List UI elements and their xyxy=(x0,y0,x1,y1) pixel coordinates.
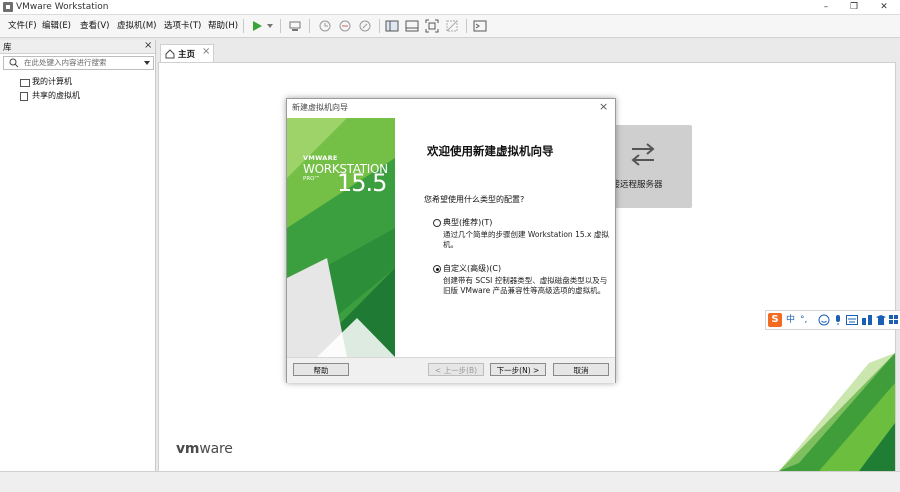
tab-strip xyxy=(157,40,900,62)
tab-close-icon[interactable]: × xyxy=(202,46,210,57)
minimize-button[interactable]: – xyxy=(815,0,837,14)
restore-button[interactable]: ❐ xyxy=(843,0,865,14)
workstation-banner: VMWARE WORKSTATION PRO™ 15.5 xyxy=(287,118,395,357)
wizard-heading: 欢迎使用新建虚拟机向导 xyxy=(427,144,554,158)
library-title: 库 xyxy=(3,43,12,53)
search-placeholder: 在此处键入内容进行搜索 xyxy=(24,58,107,67)
ime-mode[interactable]: 中 xyxy=(786,313,795,327)
power-dropdown-icon[interactable] xyxy=(264,19,278,33)
toolbar-separator xyxy=(280,19,281,33)
close-button[interactable]: ✕ xyxy=(873,0,895,14)
banner-version: 15.5 xyxy=(337,169,387,197)
library-search-input[interactable]: 在此处键入内容进行搜索 xyxy=(3,56,154,70)
connect-remote-server-card[interactable] xyxy=(606,125,692,208)
vmware-logo-vm: vm xyxy=(176,441,200,457)
menu-tabs[interactable]: 选项卡(T) xyxy=(164,15,201,37)
tree-item-my-computer[interactable]: 我的计算机 xyxy=(32,76,72,88)
console-view-icon[interactable] xyxy=(473,19,487,33)
ime-punctuation[interactable]: °, xyxy=(800,313,807,327)
tree-item-shared-vms[interactable]: 共享的虚拟机 xyxy=(32,90,80,102)
snapshot-manager-icon[interactable] xyxy=(358,19,372,33)
send-ctrl-alt-del-icon[interactable] xyxy=(288,19,302,33)
help-button[interactable]: 帮助 xyxy=(293,363,349,376)
toolbar-separator xyxy=(309,19,310,33)
grid-menu-icon[interactable] xyxy=(888,314,899,326)
custom-option-label[interactable]: 自定义(高级)(C) xyxy=(443,263,501,274)
config-question: 您希望使用什么类型的配置? xyxy=(424,195,525,204)
snapshot-icon[interactable] xyxy=(318,19,332,33)
vmware-logo-ware: ware xyxy=(199,441,233,457)
vmware-app-icon xyxy=(3,2,13,12)
menu-help[interactable]: 帮助(H) xyxy=(208,15,238,37)
dialog-footer: 帮助 < 上一步(B) 下一步(N) > 取消 xyxy=(287,357,615,383)
computer-icon xyxy=(20,79,30,87)
dialog-title: 新建虚拟机向导 xyxy=(292,103,348,112)
custom-option-desc: 创建带有 SCSI 控制器类型、虚拟磁盘类型以及与旧版 VMware 产品兼容性… xyxy=(443,276,608,295)
custom-radio[interactable] xyxy=(433,265,441,273)
menu-view[interactable]: 查看(V) xyxy=(80,15,109,37)
power-on-icon[interactable] xyxy=(250,19,264,33)
swap-arrows-icon xyxy=(631,143,655,166)
keyboard-icon[interactable] xyxy=(846,315,858,325)
tab-home[interactable]: 主页 × xyxy=(160,44,214,63)
title-bar: VMware Workstation – ❐ ✕ xyxy=(0,0,900,15)
emoji-icon[interactable] xyxy=(818,314,830,326)
typical-option-label[interactable]: 典型(推荐)(T) xyxy=(443,217,492,228)
search-icon xyxy=(9,58,19,68)
thumbnail-bar-icon[interactable] xyxy=(405,19,419,33)
shared-vm-icon xyxy=(20,92,28,101)
library-pane: 库 × 在此处键入内容进行搜索 我的计算机 共享的虚拟机 xyxy=(0,40,156,471)
new-vm-wizard-dialog: 新建虚拟机向导 × VMWARE WORKSTATION PRO™ 15.5 欢… xyxy=(286,98,616,383)
toolbox-icon[interactable] xyxy=(875,314,887,326)
banner-brand: VMWARE xyxy=(303,154,338,162)
cancel-button[interactable]: 取消 xyxy=(553,363,609,376)
library-header: 库 × xyxy=(0,40,155,54)
menu-toolbar: 文件(F) 编辑(E) 查看(V) 虚拟机(M) 选项卡(T) 帮助(H) xyxy=(0,15,900,38)
toolbar-separator xyxy=(466,19,467,33)
sogou-logo[interactable]: S xyxy=(768,313,782,327)
skin-icon[interactable] xyxy=(861,314,873,326)
show-library-icon[interactable] xyxy=(385,19,399,33)
unity-icon[interactable] xyxy=(445,19,459,33)
full-screen-icon[interactable] xyxy=(425,19,439,33)
microphone-icon[interactable] xyxy=(833,314,843,326)
dialog-close-icon[interactable]: × xyxy=(599,100,608,113)
vmware-corner-graphic xyxy=(779,353,895,471)
ime-toolbar: S 中 °, xyxy=(765,310,900,330)
revert-snapshot-icon[interactable] xyxy=(338,19,352,33)
library-close-icon[interactable]: × xyxy=(144,40,152,51)
search-dropdown-icon[interactable] xyxy=(144,61,150,65)
toolbar-separator xyxy=(243,19,244,33)
back-button[interactable]: < 上一步(B) xyxy=(428,363,484,376)
typical-radio[interactable] xyxy=(433,219,441,227)
typical-option-desc: 通过几个简单的步骤创建 Workstation 15.x 虚拟机。 xyxy=(443,230,609,249)
next-button[interactable]: 下一步(N) > xyxy=(490,363,546,376)
home-icon xyxy=(165,49,175,59)
tab-home-label: 主页 xyxy=(178,50,196,60)
vmware-logo: vmware xyxy=(176,441,233,457)
window-title: VMware Workstation xyxy=(16,2,109,12)
menu-vm[interactable]: 虚拟机(M) xyxy=(117,15,156,37)
menu-edit[interactable]: 编辑(E) xyxy=(42,15,71,37)
menu-file[interactable]: 文件(F) xyxy=(8,15,37,37)
toolbar-separator xyxy=(379,19,380,33)
banner-edition: PRO™ xyxy=(303,176,320,182)
taskbar xyxy=(0,471,900,492)
